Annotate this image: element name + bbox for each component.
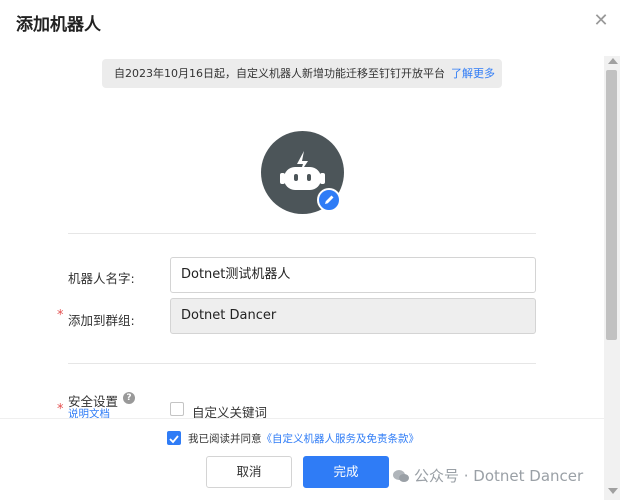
agree-text: 我已阅读并同意《自定义机器人服务及免责条款》 bbox=[188, 431, 419, 446]
dialog-title: 添加机器人 bbox=[16, 15, 101, 35]
agree-label: 我已阅读并同意 bbox=[188, 433, 262, 445]
notice-banner: 自2023年10月16日起，自定义机器人新增功能迁移至钉钉开放平台 了解更多 bbox=[102, 59, 502, 88]
terms-link[interactable]: 《自定义机器人服务及免责条款》 bbox=[262, 433, 420, 445]
watermark: 公众号 · Dotnet Dancer bbox=[392, 465, 583, 486]
keyword-checkbox[interactable] bbox=[170, 402, 184, 416]
group-label: 添加到群组: bbox=[68, 313, 135, 328]
close-icon[interactable]: ✕ bbox=[593, 12, 609, 30]
divider bbox=[68, 233, 536, 234]
question-icon[interactable]: ? bbox=[123, 392, 135, 404]
notice-text: 自2023年10月16日起，自定义机器人新增功能迁移至钉钉开放平台 bbox=[114, 67, 445, 80]
divider bbox=[68, 363, 536, 364]
wechat-icon bbox=[393, 470, 409, 482]
learn-more-link[interactable]: 了解更多 bbox=[451, 67, 495, 80]
watermark-text: 公众号 · Dotnet Dancer bbox=[414, 467, 584, 485]
scroll-up-arrow[interactable] bbox=[608, 58, 618, 64]
cancel-button[interactable]: 取消 bbox=[206, 456, 292, 488]
required-mark: * bbox=[57, 308, 64, 323]
group-field: Dotnet Dancer bbox=[170, 298, 536, 334]
scroll-down-arrow[interactable] bbox=[608, 488, 618, 494]
agree-checkbox[interactable] bbox=[167, 431, 181, 445]
pencil-icon[interactable] bbox=[317, 188, 341, 212]
done-button[interactable]: 完成 bbox=[303, 456, 389, 488]
checkmark-icon bbox=[169, 435, 179, 444]
robot-name-input[interactable]: Dotnet测试机器人 bbox=[170, 257, 536, 293]
pencil-glyph bbox=[325, 195, 334, 204]
scrollbar-thumb[interactable] bbox=[606, 70, 617, 340]
add-robot-dialog: 添加机器人 ✕ 自2023年10月16日起，自定义机器人新增功能迁移至钉钉开放平… bbox=[0, 0, 620, 500]
robot-name-label: 机器人名字: bbox=[68, 271, 135, 286]
required-mark: * bbox=[57, 402, 64, 417]
